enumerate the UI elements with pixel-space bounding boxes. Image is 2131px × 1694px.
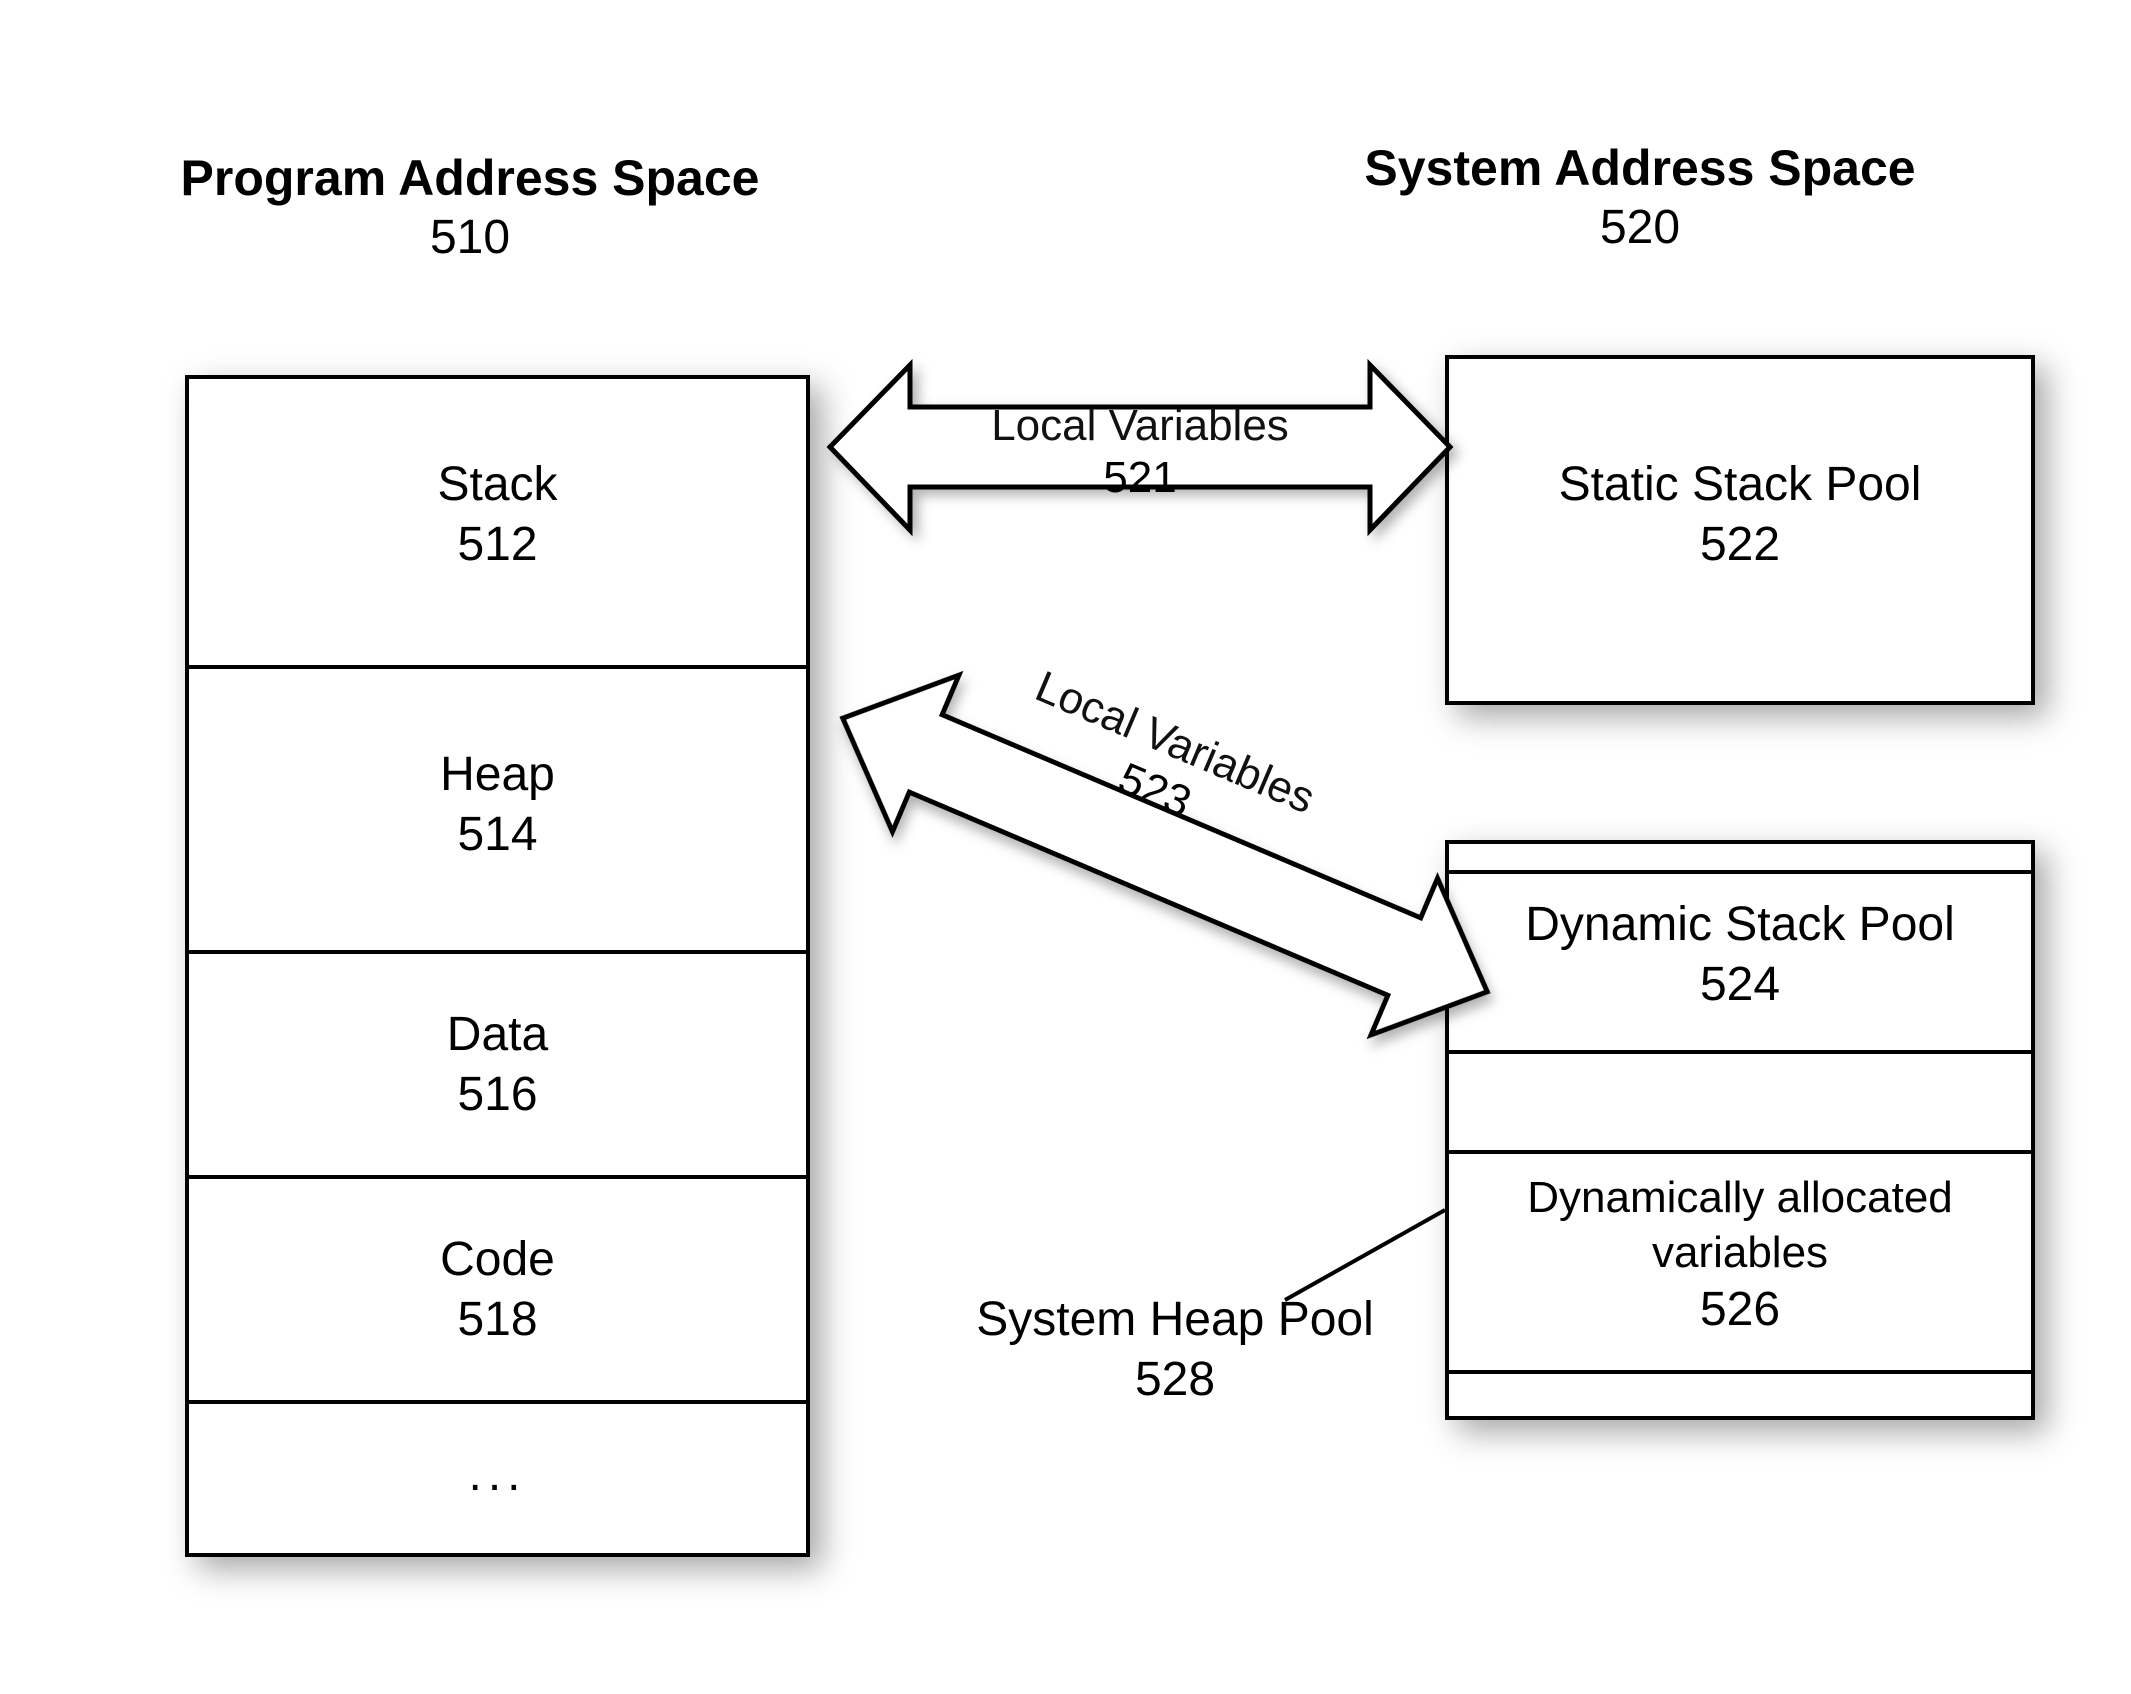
dyn-alloc-label: Dynamically allocated variables <box>1445 1170 2035 1280</box>
arrow-local-variables-523 <box>815 615 1515 1095</box>
stack-cell: Stack 512 <box>185 455 810 575</box>
program-address-space-title: Program Address Space <box>170 150 770 208</box>
divider-left-3 <box>185 1175 810 1179</box>
stack-label: Stack <box>185 455 810 515</box>
dyn-alloc-cell: Dynamically allocated variables 526 <box>1445 1170 2035 1340</box>
heap-cell: Heap 514 <box>185 745 810 865</box>
code-label: Code <box>185 1230 810 1290</box>
right-number-text: 520 <box>1600 201 1680 254</box>
left-number-text: 510 <box>430 211 510 264</box>
code-number: 518 <box>185 1290 810 1350</box>
divider-right-1 <box>1445 870 2035 874</box>
static-stack-pool-number: 522 <box>1445 515 2035 575</box>
data-number: 516 <box>185 1065 810 1125</box>
system-heap-pool-leader-line <box>1285 1200 1485 1320</box>
stack-number: 512 <box>185 515 810 575</box>
code-cell: Code 518 <box>185 1230 810 1350</box>
divider-left-1 <box>185 665 810 669</box>
dynamic-stack-pool-number: 524 <box>1445 955 2035 1015</box>
divider-right-2 <box>1445 1050 2035 1054</box>
arrow-521-text: Local Variables 521 <box>910 400 1370 503</box>
heap-number: 514 <box>185 805 810 865</box>
data-cell: Data 516 <box>185 1005 810 1125</box>
arrow-521-label: Local Variables <box>910 400 1370 453</box>
system-address-space-number: 520 <box>1290 200 1990 255</box>
divider-left-4 <box>185 1400 810 1404</box>
static-stack-pool-cell: Static Stack Pool 522 <box>1445 455 2035 575</box>
heap-label: Heap <box>185 745 810 805</box>
dyn-alloc-number: 526 <box>1445 1280 2035 1340</box>
divider-left-2 <box>185 950 810 954</box>
divider-right-4 <box>1445 1370 2035 1374</box>
left-title-text: Program Address Space <box>181 150 760 206</box>
system-heap-pool-number: 528 <box>950 1350 1400 1410</box>
static-stack-pool-label: Static Stack Pool <box>1445 455 2035 515</box>
dynamic-stack-pool-label: Dynamic Stack Pool <box>1445 895 2035 955</box>
system-address-space-title: System Address Space <box>1290 140 1990 198</box>
data-label: Data <box>185 1005 810 1065</box>
ellipsis-cell: ... <box>185 1445 810 1505</box>
divider-right-3 <box>1445 1150 2035 1154</box>
program-address-space-number: 510 <box>170 210 770 265</box>
dynamic-stack-pool-cell: Dynamic Stack Pool 524 <box>1445 895 2035 1015</box>
right-title-text: System Address Space <box>1364 140 1915 196</box>
arrow-521-number: 521 <box>910 453 1370 503</box>
ellipsis-label: ... <box>185 1445 810 1505</box>
